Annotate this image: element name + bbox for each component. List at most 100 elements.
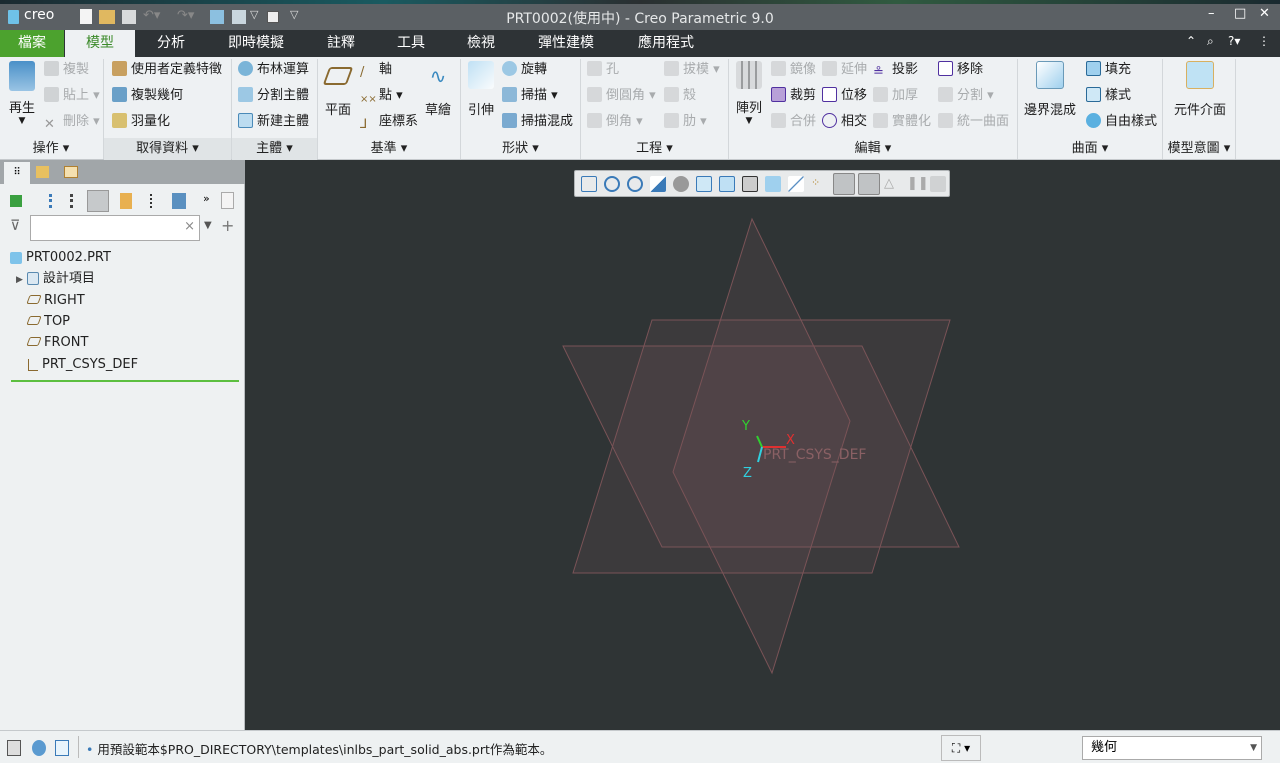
tree-item-csys[interactable]: PRT_CSYS_DEF bbox=[28, 354, 138, 375]
model-canvas[interactable]: X Y Z PRT_CSYS_DEF bbox=[246, 160, 1280, 730]
selection-filter-dropdown[interactable]: 幾何 ▼ bbox=[1082, 736, 1262, 760]
maximize-button[interactable]: □ bbox=[1234, 6, 1246, 21]
group-operations[interactable]: 操作 ▾ bbox=[0, 138, 102, 160]
model-tree-tab[interactable]: ⠿ bbox=[4, 162, 30, 184]
show-browser-icon[interactable] bbox=[32, 740, 46, 756]
sweep-button[interactable]: 掃描 ▾ bbox=[502, 86, 558, 106]
group-engineering[interactable]: 工程 ▾ bbox=[581, 138, 728, 160]
more-icon[interactable]: ⋮ bbox=[1258, 34, 1270, 48]
revolve-button[interactable]: 旋轉 bbox=[502, 60, 547, 80]
extend-button[interactable]: 延伸 bbox=[822, 60, 867, 80]
folder-browser-tab[interactable] bbox=[36, 166, 49, 178]
clear-search-icon[interactable]: × bbox=[184, 219, 195, 234]
tab-flexible-modeling[interactable]: 彈性建模 bbox=[530, 30, 602, 57]
rib-button[interactable]: 肋 ▾ bbox=[664, 112, 707, 132]
round-button[interactable]: 倒圓角 ▾ bbox=[587, 86, 656, 106]
point-button[interactable]: ×× 點 ▾ bbox=[360, 86, 403, 106]
style-button[interactable]: 樣式 bbox=[1086, 86, 1131, 106]
copy-geometry-button[interactable]: 複製幾何 bbox=[112, 86, 183, 106]
full-screen-icon[interactable] bbox=[55, 740, 69, 756]
axis-button[interactable]: / 軸 bbox=[360, 60, 392, 80]
swept-blend-button[interactable]: 掃描混成 bbox=[502, 112, 573, 132]
thicken-button[interactable]: 加厚 bbox=[873, 86, 918, 106]
plane-button[interactable]: 平面 bbox=[320, 63, 356, 118]
component-interface-button[interactable]: 元件介面 bbox=[1168, 61, 1232, 118]
tree-search-input[interactable]: × bbox=[30, 215, 200, 241]
unify-button[interactable]: 統一曲面 bbox=[938, 112, 1009, 132]
tab-annotate[interactable]: 註釋 bbox=[310, 30, 372, 57]
regenerate-button[interactable]: 再生 ▼ bbox=[4, 61, 40, 126]
paste-button[interactable]: 貼上 ▾ bbox=[44, 86, 100, 106]
collapse-ribbon-icon[interactable]: ⌃ bbox=[1186, 34, 1196, 48]
project-button[interactable]: ≗ 投影 bbox=[873, 60, 918, 80]
fill-button[interactable]: 填充 bbox=[1086, 60, 1131, 80]
tree-item-design-items[interactable]: ▶ 設計項目 bbox=[16, 268, 95, 289]
minimize-button[interactable]: – bbox=[1208, 6, 1215, 21]
notes-icon[interactable] bbox=[221, 192, 234, 209]
extend-label: 延伸 bbox=[841, 62, 868, 77]
group-datum[interactable]: 基準 ▾ bbox=[318, 138, 460, 160]
show-navigator-icon[interactable] bbox=[7, 740, 21, 756]
tree-item-right[interactable]: RIGHT bbox=[26, 290, 85, 311]
search-dropdown-icon[interactable]: ▼ bbox=[204, 220, 212, 231]
expand-arrow-icon[interactable]: ▶ bbox=[16, 275, 23, 285]
tree-columns-icon[interactable] bbox=[70, 194, 82, 208]
delete-button[interactable]: ✕ 刪除 ▾ bbox=[44, 112, 100, 132]
extrude-button[interactable]: 引伸 bbox=[463, 61, 499, 118]
offset-button[interactable]: 位移 bbox=[822, 86, 867, 106]
insert-here-marker[interactable] bbox=[11, 380, 239, 382]
find-button[interactable]: ⛶ ▾ bbox=[941, 735, 981, 761]
split-body-button[interactable]: 分割主體 bbox=[238, 86, 309, 106]
solidify-button[interactable]: 實體化 bbox=[873, 112, 931, 132]
chamfer-button[interactable]: 倒角 ▾ bbox=[587, 112, 643, 132]
group-shapes[interactable]: 形狀 ▾ bbox=[461, 138, 580, 160]
udf-button[interactable]: 使用者定義特徵 bbox=[112, 60, 222, 80]
merge-button[interactable]: 合併 bbox=[771, 112, 816, 132]
more-tools-icon[interactable]: » bbox=[203, 192, 210, 205]
group-model-intent[interactable]: 模型意圖 ▾ bbox=[1163, 138, 1235, 160]
search-icon[interactable]: ⌕ bbox=[1207, 34, 1214, 49]
tab-file[interactable]: 檔案 bbox=[0, 30, 64, 57]
tab-model[interactable]: 模型 bbox=[65, 30, 135, 57]
favorites-tab[interactable] bbox=[64, 166, 78, 178]
group-body[interactable]: 主體 ▾ bbox=[232, 138, 317, 160]
mirror-button[interactable]: 鏡像 bbox=[771, 60, 816, 80]
graphics-viewport[interactable]: ⁘ △ ❚❚ X Y Z PRT_CSYS_DEF bbox=[246, 160, 1280, 730]
show-icon[interactable] bbox=[120, 193, 132, 209]
csys-button[interactable]: ⅃ 座標系 bbox=[360, 112, 418, 132]
freestyle-button[interactable]: 自由樣式 bbox=[1086, 112, 1157, 132]
tab-analysis[interactable]: 分析 bbox=[140, 30, 202, 57]
tree-filter-icon[interactable] bbox=[150, 194, 164, 208]
trim-button[interactable]: 裁剪 bbox=[771, 86, 816, 106]
tab-tools[interactable]: 工具 bbox=[380, 30, 442, 57]
tab-view[interactable]: 檢視 bbox=[450, 30, 512, 57]
pattern-button[interactable]: 陣列 ▼ bbox=[731, 61, 767, 126]
help-icon[interactable]: ?▾ bbox=[1228, 34, 1240, 48]
sketch-button[interactable]: ∿ 草繪 bbox=[420, 63, 456, 118]
intersect-button[interactable]: 相交 bbox=[822, 112, 867, 132]
new-body-button[interactable]: 新建主體 bbox=[238, 112, 309, 132]
tree-item-top[interactable]: TOP bbox=[26, 311, 70, 332]
tree-item-front[interactable]: FRONT bbox=[26, 332, 88, 353]
add-filter-icon[interactable]: + bbox=[221, 216, 234, 235]
group-editing[interactable]: 編輯 ▾ bbox=[729, 138, 1017, 160]
shell-button[interactable]: 殼 bbox=[664, 86, 696, 106]
tab-applications[interactable]: 應用程式 bbox=[630, 30, 702, 57]
close-button[interactable]: ✕ bbox=[1259, 6, 1270, 21]
tree-columns-setup-icon[interactable] bbox=[172, 193, 186, 209]
remove-button[interactable]: 移除 bbox=[938, 60, 983, 80]
tree-settings-icon[interactable] bbox=[87, 190, 109, 212]
body-filter-icon[interactable] bbox=[10, 195, 22, 207]
split-button[interactable]: 分割 ▾ bbox=[938, 86, 994, 106]
draft-button[interactable]: 拔模 ▾ bbox=[664, 60, 720, 80]
shrinkwrap-button[interactable]: 羽量化 bbox=[112, 112, 170, 132]
boolean-button[interactable]: 布林運算 bbox=[238, 60, 309, 80]
group-get-data[interactable]: 取得資料 ▾ bbox=[104, 138, 231, 160]
hole-button[interactable]: 孔 bbox=[587, 60, 619, 80]
tab-live-simulation[interactable]: 即時模擬 bbox=[215, 30, 297, 57]
copy-button[interactable]: 複製 bbox=[44, 60, 89, 80]
tree-item-part[interactable]: PRT0002.PRT bbox=[10, 247, 111, 268]
tree-list-icon[interactable] bbox=[49, 194, 63, 208]
boundary-blend-button[interactable]: 邊界混成 bbox=[1022, 61, 1078, 118]
group-surfaces[interactable]: 曲面 ▾ bbox=[1018, 138, 1162, 160]
